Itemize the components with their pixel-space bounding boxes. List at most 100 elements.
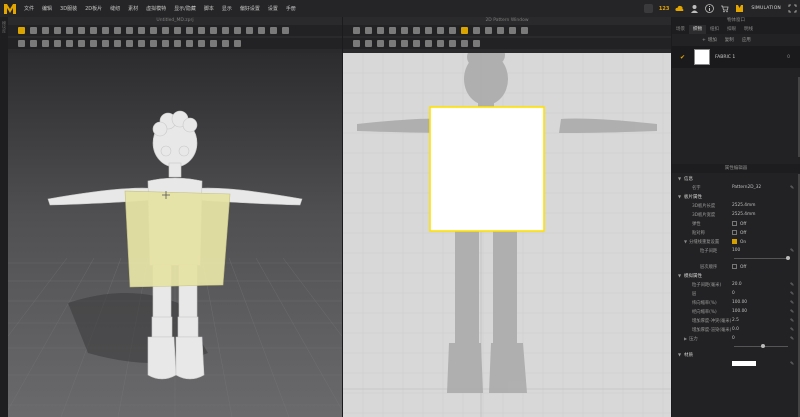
2d-topstitch-icon[interactable]: [401, 40, 408, 47]
fold-checkbox[interactable]: [732, 263, 737, 269]
grain-icon[interactable]: [126, 40, 133, 47]
2d-symmetry-icon[interactable]: [497, 27, 504, 34]
cloud-icon[interactable]: [675, 4, 684, 13]
menu-2d-pattern[interactable]: 2D板片: [81, 5, 106, 12]
sim-checkbox[interactable]: [732, 238, 737, 244]
2d-dart-icon[interactable]: [425, 27, 432, 34]
select-mesh-icon[interactable]: [18, 27, 25, 34]
prop-p3-value[interactable]: 100.00: [732, 300, 790, 305]
settings-icon[interactable]: [282, 27, 289, 34]
pleat-icon[interactable]: [66, 40, 73, 47]
apply-fabric-button[interactable]: 应用: [742, 37, 751, 43]
pin-icon[interactable]: [54, 27, 61, 34]
prop-p5-value[interactable]: 2.5: [732, 318, 790, 323]
mesh-icon[interactable]: [150, 40, 157, 47]
2d-pin-icon[interactable]: [449, 40, 456, 47]
material-color-swatch[interactable]: [732, 360, 756, 366]
prop-p6-value[interactable]: 0.0: [732, 327, 790, 332]
prop-width-value[interactable]: 2525.4mm: [732, 203, 790, 208]
texture-icon[interactable]: [186, 27, 193, 34]
2d-polygon-icon[interactable]: [377, 27, 384, 34]
transform-icon[interactable]: [30, 40, 37, 47]
2d-trace-icon[interactable]: [437, 27, 444, 34]
fold-icon[interactable]: [42, 27, 49, 34]
2d-notch-icon[interactable]: [509, 27, 516, 34]
user-icon[interactable]: [690, 4, 699, 13]
snapshot-icon[interactable]: [234, 27, 241, 34]
elastic-checkbox[interactable]: [732, 220, 737, 226]
prop-p4-value[interactable]: 100.00: [732, 309, 790, 314]
style-line-icon[interactable]: [102, 40, 109, 47]
segment-icon[interactable]: [78, 40, 85, 47]
copy-fabric-button[interactable]: 复制: [725, 37, 734, 43]
2d-tape-icon[interactable]: [437, 40, 444, 47]
2d-select-icon[interactable]: [353, 27, 360, 34]
tab-scene[interactable]: 场景: [672, 25, 689, 34]
button-icon[interactable]: [150, 27, 157, 34]
fitting-icon[interactable]: [210, 27, 217, 34]
menu-show-hide[interactable]: 显示/隐藏: [170, 5, 200, 12]
2d-grid-icon[interactable]: [521, 27, 528, 34]
brush-icon[interactable]: [102, 27, 109, 34]
density-slider[interactable]: [672, 255, 800, 262]
select-icon[interactable]: [18, 40, 25, 47]
menu-avatar[interactable]: 虚拟模特: [142, 5, 170, 12]
zipper-icon[interactable]: [162, 27, 169, 34]
section-material[interactable]: ▼ 材质: [672, 350, 800, 359]
info-icon[interactable]: [705, 4, 715, 13]
fabric-list-item[interactable]: ✔ FABRIC 1 0: [672, 46, 800, 68]
camera-icon[interactable]: [258, 27, 265, 34]
add-fabric-button[interactable]: + 增加: [702, 37, 717, 44]
prop-density-value[interactable]: 100: [732, 248, 790, 253]
avatar-measure-icon[interactable]: [198, 27, 205, 34]
2d-sew-icon[interactable]: [353, 40, 360, 47]
menu-settings[interactable]: 设置: [264, 5, 282, 12]
expand-icon[interactable]: [788, 4, 797, 13]
measure-icon[interactable]: [90, 27, 97, 34]
2d-annotation-icon[interactable]: [461, 40, 468, 47]
light-icon[interactable]: [270, 27, 277, 34]
simulation-label[interactable]: SIMULATION: [747, 6, 785, 11]
section-pattern-props[interactable]: ▼ 板片属性: [672, 192, 800, 201]
pressure-slider[interactable]: [672, 343, 800, 350]
tuck-icon[interactable]: [126, 27, 133, 34]
library-strip[interactable]: 模块库: [0, 17, 8, 417]
sew-icon[interactable]: [138, 27, 145, 34]
2d-scene[interactable]: [343, 53, 671, 417]
menu-preferences[interactable]: 偏好设置: [236, 5, 264, 12]
2d-button-icon[interactable]: [413, 40, 420, 47]
move-icon[interactable]: [30, 27, 37, 34]
section-sim-props[interactable]: ▼ 模拟属性: [672, 271, 800, 280]
menu-display[interactable]: 显示: [218, 5, 236, 12]
arrange-icon[interactable]: [114, 27, 121, 34]
puckering-icon[interactable]: [138, 40, 145, 47]
3d-garment-window[interactable]: Untitled_MD.zprj: [8, 17, 342, 417]
layer-icon[interactable]: [234, 40, 241, 47]
menu-edit[interactable]: 编辑: [38, 5, 56, 12]
freeform-icon[interactable]: [90, 40, 97, 47]
2d-circle-icon[interactable]: [401, 27, 408, 34]
2d-segment-sew-icon[interactable]: [365, 40, 372, 47]
2d-edit-icon[interactable]: [365, 27, 372, 34]
glue-icon[interactable]: [162, 40, 169, 47]
2d-pattern-window[interactable]: 2D Pattern Window: [343, 17, 671, 417]
2d-texture-icon[interactable]: [473, 27, 480, 34]
annotation-icon[interactable]: [198, 40, 205, 47]
menu-script[interactable]: 脚本: [200, 5, 218, 12]
elastic-icon[interactable]: [114, 40, 121, 47]
slider-knob[interactable]: [761, 344, 765, 348]
tab-topstitch[interactable]: 明线: [740, 25, 757, 34]
tab-button[interactable]: 纽扣: [706, 25, 723, 34]
prop-height-value[interactable]: 2525.4mm: [732, 212, 790, 217]
topstitch-icon[interactable]: [174, 27, 181, 34]
hanger-icon[interactable]: [210, 40, 217, 47]
section-info[interactable]: ▼ 信息: [672, 174, 800, 183]
prop-p1-value[interactable]: 20.0: [732, 282, 790, 287]
2d-ruler-icon[interactable]: [473, 40, 480, 47]
prop-p2-value[interactable]: 0: [732, 291, 790, 296]
slider-knob[interactable]: [786, 256, 790, 260]
3d-scene[interactable]: [8, 53, 342, 417]
menu-file[interactable]: 文件: [20, 5, 38, 12]
record-icon[interactable]: [222, 27, 229, 34]
symmetry-checkbox[interactable]: [732, 229, 737, 235]
